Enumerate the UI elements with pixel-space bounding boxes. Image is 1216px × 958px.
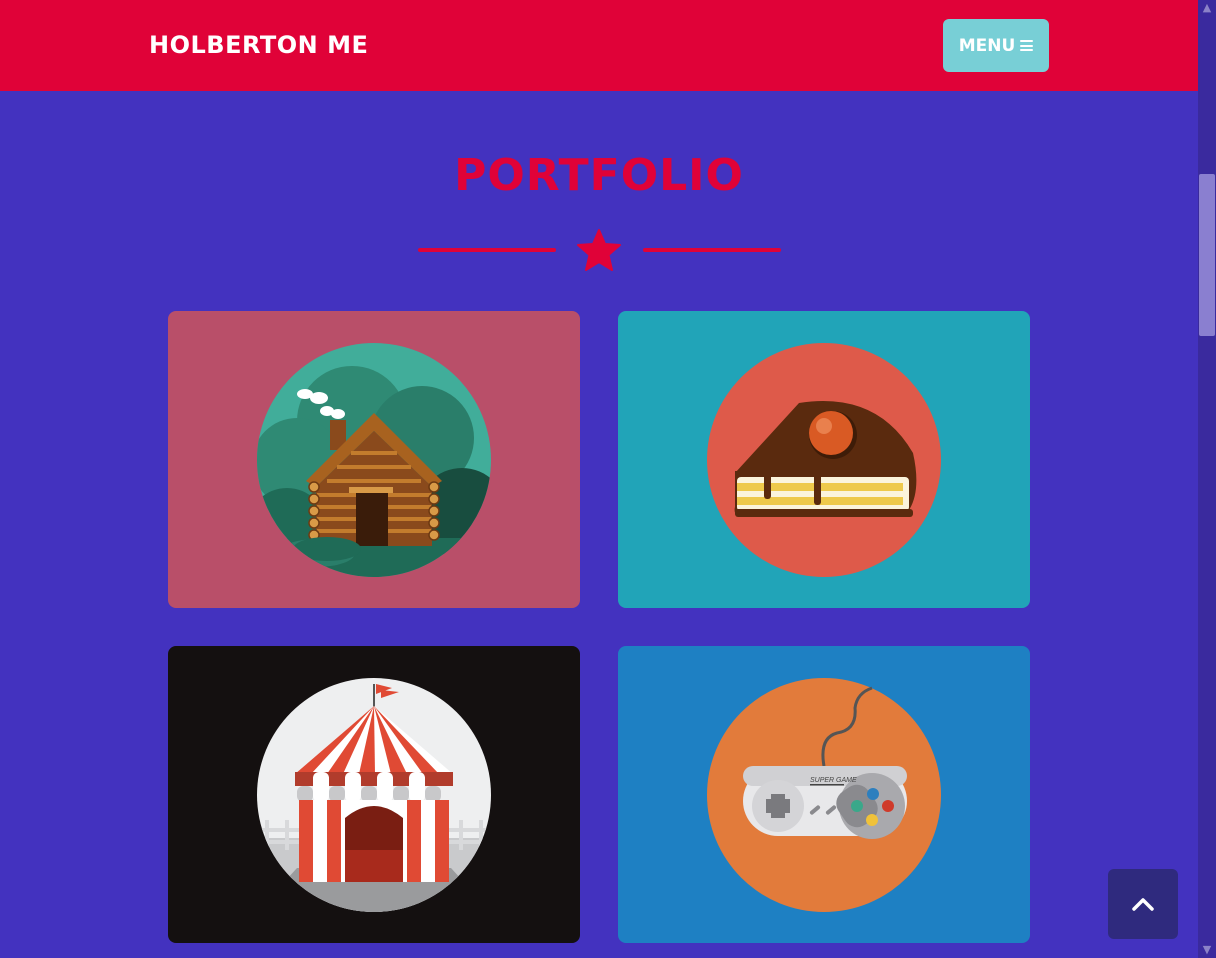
menu-button[interactable]: MENU (943, 19, 1049, 72)
circus-tent-icon (257, 678, 491, 912)
log-cabin-icon (257, 343, 491, 577)
page: HOLBERTON ME MENU PORTFOLIO SUPER GAME ▲… (0, 0, 1216, 958)
game-controller-icon: SUPER GAME (707, 678, 941, 912)
scroll-up-arrow-icon[interactable]: ▲ (1198, 0, 1216, 16)
portfolio-item-cake[interactable] (618, 311, 1030, 608)
brand-link[interactable]: HOLBERTON ME (149, 28, 368, 62)
portfolio-item-circus[interactable] (168, 646, 580, 943)
portfolio-item-cabin[interactable] (168, 311, 580, 608)
controller-label: SUPER GAME (810, 777, 857, 784)
navbar: HOLBERTON ME MENU (0, 0, 1198, 91)
star-icon (577, 229, 621, 271)
cake-slice-icon (707, 343, 941, 577)
divider-line-right (643, 248, 781, 252)
chevron-up-icon (1132, 898, 1154, 911)
scrollbar-thumb[interactable] (1199, 174, 1215, 336)
back-to-top-button[interactable] (1108, 869, 1178, 939)
divider-line-left (418, 248, 556, 252)
hamburger-icon (1020, 40, 1034, 51)
portfolio-item-game[interactable]: SUPER GAME (618, 646, 1030, 943)
scroll-down-arrow-icon[interactable]: ▼ (1198, 942, 1216, 958)
scrollbar[interactable]: ▲ ▼ (1198, 0, 1216, 958)
portfolio-title: PORTFOLIO (454, 150, 744, 201)
menu-label: MENU (958, 35, 1016, 56)
